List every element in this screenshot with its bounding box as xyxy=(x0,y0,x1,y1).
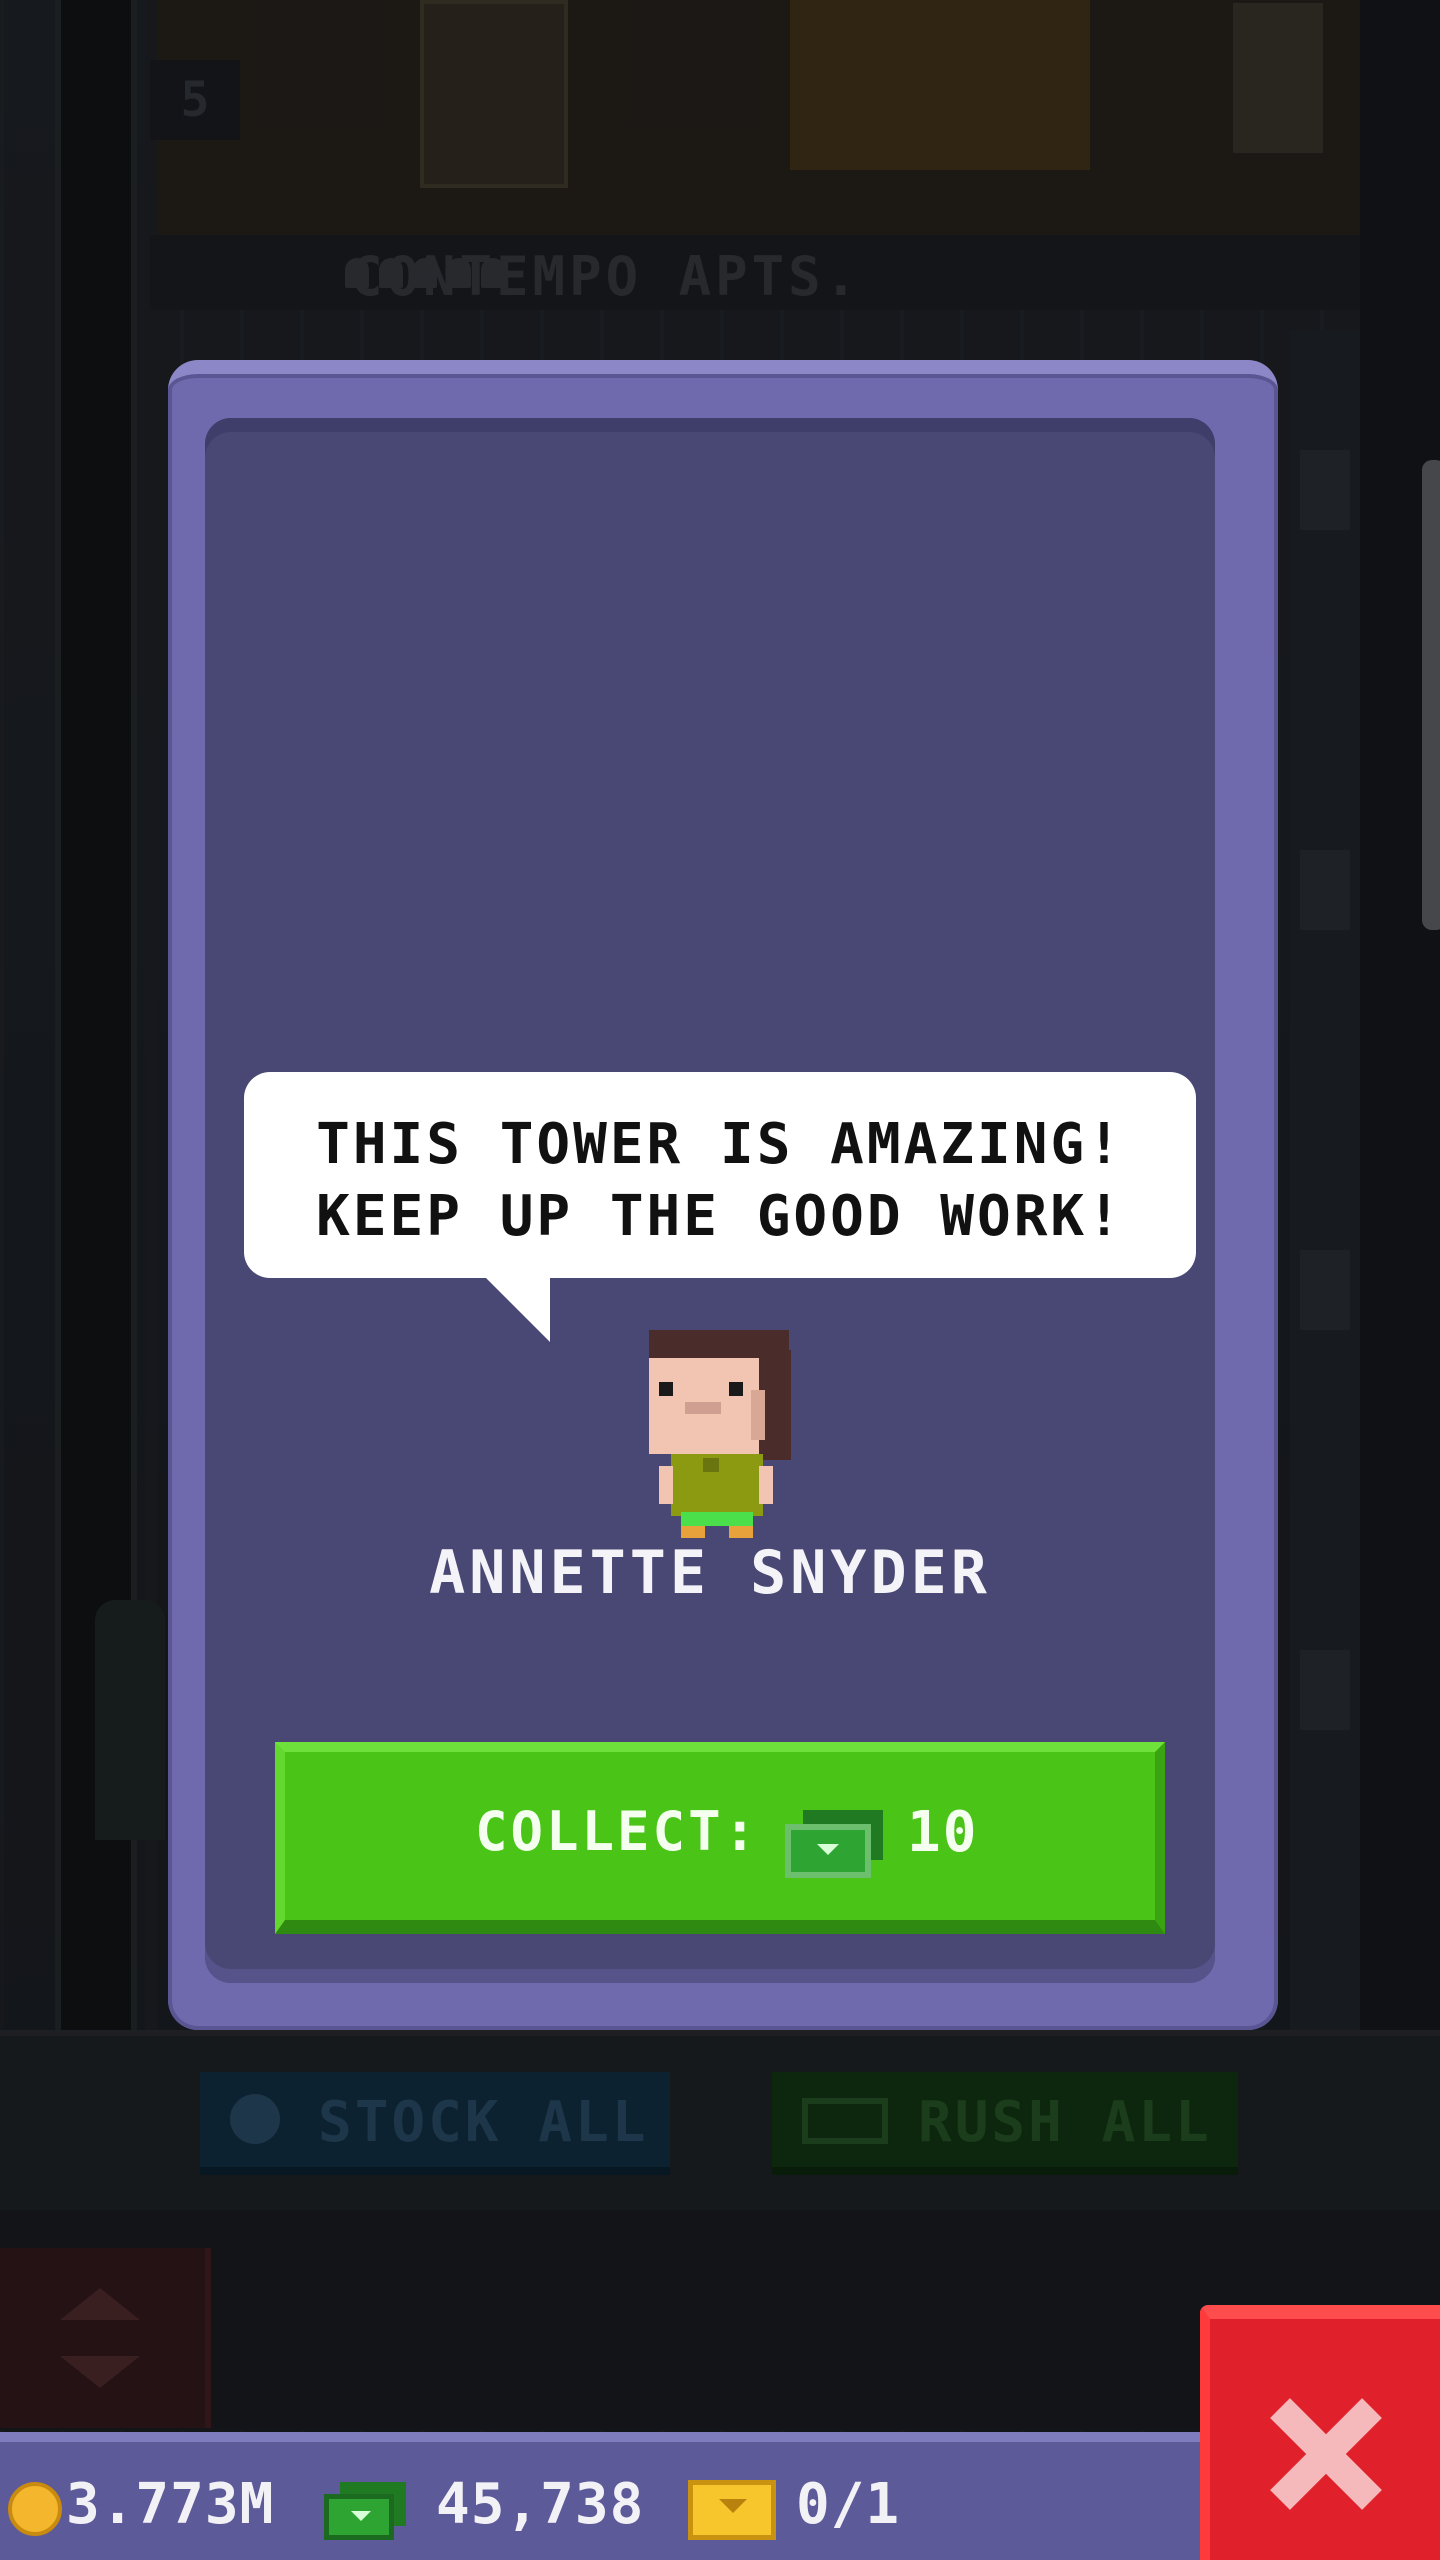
npc-avatar xyxy=(645,1330,795,1540)
tickets-amount: 0/1 xyxy=(796,2472,901,2537)
speech-line-2: KEEP UP THE GOOD WORK! xyxy=(316,1184,1124,1249)
close-icon xyxy=(1270,2399,1380,2509)
collect-amount: 10 xyxy=(907,1800,979,1865)
bux-icon xyxy=(785,1810,885,1878)
golden-ticket-icon xyxy=(688,2480,776,2540)
npc-name: ANNETTE SNYDER xyxy=(429,1538,991,1608)
collect-label: COLLECT: xyxy=(475,1800,760,1863)
bux-amount: 45,738 xyxy=(436,2472,645,2537)
speech-bubble: THIS TOWER IS AMAZING! KEEP UP THE GOOD … xyxy=(244,1072,1196,1278)
coins-amount: 3.773M xyxy=(66,2472,275,2537)
speech-line-1: THIS TOWER IS AMAZING! xyxy=(316,1112,1124,1177)
currency-bar: 3.773M 45,738 0/1 xyxy=(0,2432,1210,2560)
close-button[interactable] xyxy=(1200,2305,1440,2560)
bux-icon xyxy=(324,2482,408,2542)
speech-bubble-tail xyxy=(484,1276,550,1342)
collect-button[interactable]: COLLECT: 10 xyxy=(275,1742,1165,1934)
coin-icon xyxy=(8,2482,62,2536)
